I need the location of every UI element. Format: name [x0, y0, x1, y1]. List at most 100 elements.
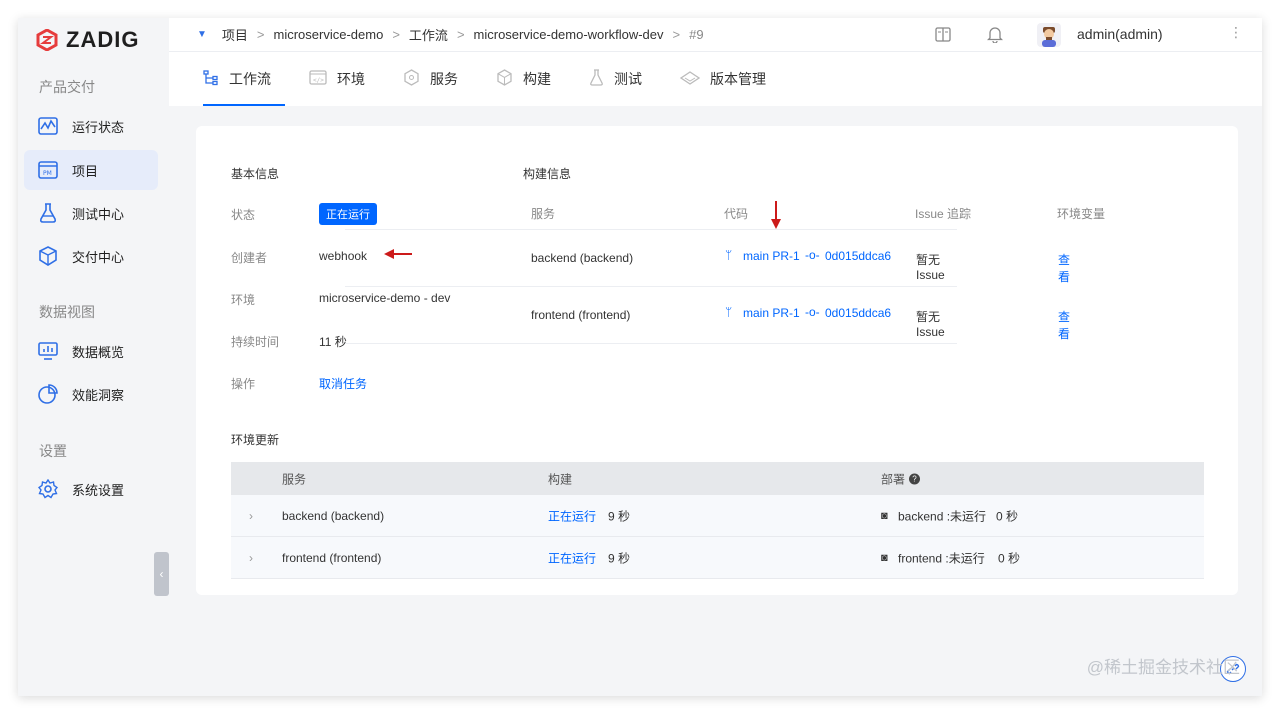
- creator-label: 创建者: [231, 251, 268, 265]
- tab-workflow[interactable]: 工作流: [189, 52, 285, 106]
- deploy-status: backend :未运行: [898, 509, 987, 523]
- tab-build[interactable]: 构建: [482, 52, 565, 106]
- tab-service[interactable]: 服务: [389, 52, 472, 106]
- breadcrumb-item[interactable]: 项目: [222, 25, 248, 44]
- git-commit-icon: -o-: [805, 248, 820, 262]
- chevron-right-icon[interactable]: ›: [249, 509, 253, 523]
- duration-value: 11 秒: [319, 335, 347, 349]
- tab-environment[interactable]: </> 环境: [295, 52, 379, 106]
- git-branch-icon: ᛘ: [725, 305, 733, 319]
- hexagon-nodes-icon: [403, 69, 420, 89]
- help-icon[interactable]: ?: [909, 473, 920, 484]
- row-service: backend (backend): [282, 508, 385, 523]
- caret-down-icon[interactable]: ▼: [197, 29, 207, 40]
- breadcrumb-separator: >: [456, 27, 465, 42]
- section-data-view: 数据视图: [39, 304, 95, 320]
- tab-version-management[interactable]: 版本管理: [666, 52, 780, 106]
- svg-text:PM: PM: [43, 170, 52, 177]
- table-header: 服务 构建 部署 ?: [231, 462, 1204, 495]
- avatar[interactable]: [1037, 23, 1061, 47]
- deploy-time: 0 秒: [996, 509, 1019, 523]
- user-name[interactable]: admin(admin): [1077, 26, 1163, 42]
- sidebar-item-run-status[interactable]: 运行状态: [24, 106, 158, 146]
- code-window-icon: </>: [309, 70, 327, 88]
- duration-label: 持续时间: [231, 335, 280, 349]
- build-time: 9 秒: [608, 509, 631, 523]
- row-service: frontend (frontend): [282, 550, 382, 565]
- header-service: 服务: [282, 472, 307, 486]
- issue-value: 暂无 Issue: [916, 253, 945, 282]
- cancel-task-link[interactable]: 取消任务: [319, 375, 367, 392]
- flask-icon: [38, 203, 58, 223]
- env-update-title: 环境更新: [231, 433, 280, 447]
- header-deploy: 部署: [881, 472, 906, 486]
- sidebar-item-efficiency-insight[interactable]: 效能洞察: [24, 374, 158, 414]
- branch-link[interactable]: main PR-1: [743, 306, 800, 320]
- sidebar-item-label: 数据概览: [72, 344, 125, 360]
- table-row: › frontend (frontend) 正在运行 9 秒 ◙ fronten…: [231, 537, 1204, 579]
- sidebar-item-test-center[interactable]: 测试中心: [24, 193, 158, 233]
- sidebar-item-delivery-center[interactable]: 交付中心: [24, 236, 158, 276]
- issue-value: 暂无 Issue: [916, 310, 945, 339]
- breadcrumb-item[interactable]: microservice-demo: [274, 27, 384, 42]
- build-status-link[interactable]: 正在运行: [548, 507, 596, 524]
- gear-icon: [38, 479, 58, 499]
- breadcrumb-item[interactable]: microservice-demo-workflow-dev: [474, 27, 664, 42]
- build-header-service: 服务: [531, 207, 556, 221]
- bell-icon[interactable]: [986, 26, 1004, 48]
- section-product-delivery: 产品交付: [39, 79, 95, 95]
- breadcrumb-item: #9: [689, 27, 704, 42]
- sidebar-item-project[interactable]: PM 项目: [24, 150, 158, 190]
- build-service: backend (backend): [531, 251, 634, 265]
- tab-test[interactable]: 测试: [575, 52, 656, 106]
- pulse-chart-icon: [38, 116, 58, 136]
- commit-link[interactable]: 0d015ddca6: [825, 249, 891, 263]
- chevron-right-icon[interactable]: ›: [249, 551, 253, 565]
- build-time: 9 秒: [608, 551, 631, 565]
- breadcrumb-separator: >: [392, 27, 400, 42]
- basic-info-title: 基本信息: [231, 167, 280, 181]
- pie-chart-icon: [38, 384, 58, 404]
- workflow-tree-icon: [203, 69, 219, 89]
- deploy-status: frontend :未运行: [898, 551, 985, 565]
- commit-link[interactable]: 0d015ddca6: [825, 306, 891, 320]
- operation-label: 操作: [231, 377, 256, 391]
- sidebar-item-data-overview[interactable]: 数据概览: [24, 331, 158, 371]
- breadcrumb: ▼ 项目 > microservice-demo > 工作流 > microse…: [169, 25, 704, 44]
- sidebar-collapse-button[interactable]: ‹: [154, 552, 169, 596]
- book-icon[interactable]: [935, 27, 951, 47]
- tab-label: 构建: [523, 71, 551, 87]
- sidebar-item-label: 交付中心: [72, 249, 125, 265]
- box-cube-icon: [38, 246, 58, 266]
- logo[interactable]: ZADIG: [36, 27, 140, 52]
- sidebar-item-system-settings[interactable]: 系统设置: [24, 469, 158, 509]
- logo-text: ZADIG: [66, 27, 140, 52]
- sidebar-item-label: 效能洞察: [72, 387, 125, 403]
- breadcrumb-separator: >: [672, 27, 681, 42]
- branch-link[interactable]: main PR-1: [743, 249, 800, 263]
- build-row: frontend (frontend) ᛘ main PR-1 -o- 0d01…: [345, 287, 1070, 344]
- deploy-icon: ◙: [881, 551, 888, 564]
- build-row: backend (backend) ᛘ main PR-1 -o- 0d015d…: [345, 230, 1070, 287]
- breadcrumb-item[interactable]: 工作流: [409, 25, 448, 44]
- env-vars-view-link[interactable]: 查看: [1058, 251, 1070, 285]
- sidebar-item-label: 测试中心: [72, 206, 125, 222]
- zadig-logo-icon: [36, 29, 58, 51]
- build-status-link[interactable]: 正在运行: [548, 549, 596, 566]
- more-vertical-icon[interactable]: ⋮: [1229, 24, 1243, 41]
- git-commit-icon: -o-: [805, 305, 820, 319]
- sidebar-item-label: 项目: [72, 163, 99, 179]
- tab-label: 工作流: [229, 71, 271, 87]
- build-header-issue: Issue 追踪: [915, 207, 972, 221]
- build-service: frontend (frontend): [531, 308, 631, 322]
- breadcrumb-separator: >: [256, 27, 265, 42]
- app-window: ZADIG 产品交付 运行状态 PM 项目 测试中心 交付中心 数据视图 数据概…: [18, 18, 1262, 696]
- diamond-icon: [679, 70, 701, 88]
- env-vars-view-link[interactable]: 查看: [1058, 308, 1070, 342]
- build-header-env-vars: 环境变量: [1057, 207, 1106, 221]
- header-build: 构建: [548, 472, 573, 486]
- tab-label: 测试: [614, 71, 642, 87]
- main-tabs: 工作流 </> 环境 服务 构建 测试 版本管理: [169, 52, 1262, 106]
- tab-label: 服务: [430, 71, 458, 87]
- status-badge: 正在运行: [319, 203, 377, 225]
